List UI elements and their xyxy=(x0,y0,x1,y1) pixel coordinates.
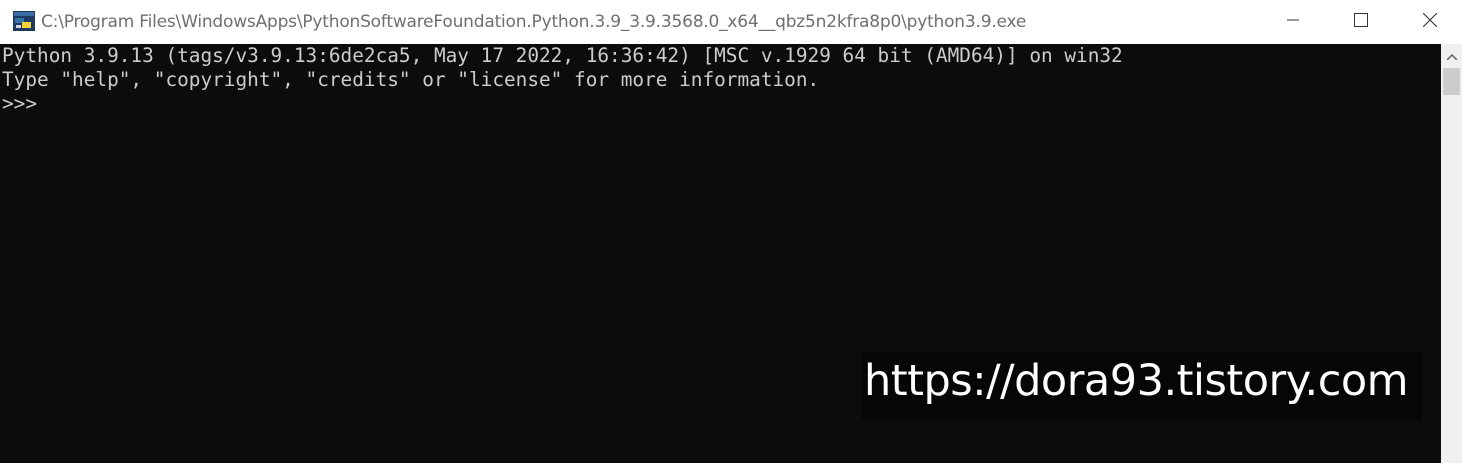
title-bar[interactable]: C:\Program Files\WindowsApps\PythonSoftw… xyxy=(0,0,1462,44)
minimize-icon xyxy=(1287,13,1299,31)
python-app-icon xyxy=(13,11,35,31)
python-console-window: C:\Program Files\WindowsApps\PythonSoftw… xyxy=(0,0,1462,463)
watermark: https://dora93.tistory.com xyxy=(862,352,1422,420)
window-title: C:\Program Files\WindowsApps\PythonSoftw… xyxy=(41,12,1027,32)
maximize-icon xyxy=(1354,12,1368,32)
chevron-up-icon xyxy=(1445,47,1458,65)
console-line-version: Python 3.9.13 (tags/v3.9.13:6de2ca5, May… xyxy=(2,44,1123,67)
vertical-scrollbar[interactable] xyxy=(1441,44,1462,463)
close-button[interactable] xyxy=(1396,0,1462,44)
watermark-text: https://dora93.tistory.com xyxy=(864,356,1409,406)
close-icon xyxy=(1422,12,1438,32)
minimize-button[interactable] xyxy=(1259,0,1327,44)
prompt-text: >>> xyxy=(2,92,49,115)
scroll-thumb[interactable] xyxy=(1443,68,1460,95)
console-output-area[interactable]: Python 3.9.13 (tags/v3.9.13:6de2ca5, May… xyxy=(0,44,1441,463)
maximize-button[interactable] xyxy=(1327,0,1395,44)
console-line-help: Type "help", "copyright", "credits" or "… xyxy=(2,68,820,91)
console-prompt[interactable]: >>> xyxy=(2,92,49,116)
scroll-up-button[interactable] xyxy=(1441,44,1462,68)
